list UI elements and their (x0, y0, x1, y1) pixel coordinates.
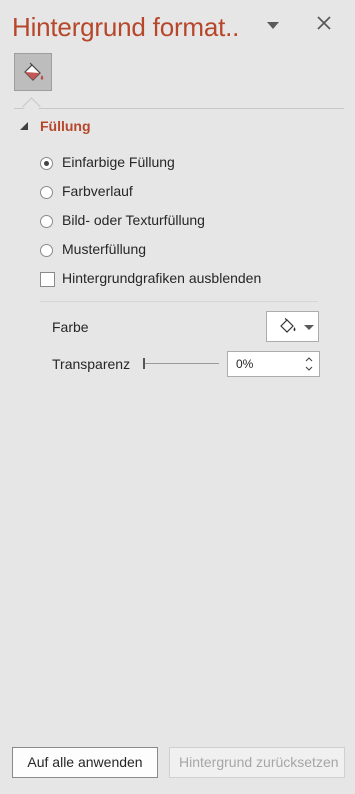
section-divider (40, 301, 318, 302)
radio-gradient-fill-control[interactable] (40, 186, 53, 199)
tab-pointer (22, 97, 41, 116)
tab-fill[interactable] (14, 53, 52, 91)
color-picker-button[interactable] (266, 311, 319, 342)
section-fill-label: Füllung (40, 118, 91, 134)
radio-picture-fill-label: Bild- oder Texturfüllung (62, 212, 205, 228)
transparency-label: Transparenz (52, 356, 131, 372)
checkbox-hide-background-graphics-control[interactable] (40, 272, 55, 287)
spin-down-icon[interactable] (304, 365, 314, 373)
checkbox-hide-background-graphics-label: Hintergrundgrafiken ausblenden (62, 270, 262, 286)
pane-tabbar (14, 53, 344, 116)
spin-up-icon[interactable] (304, 355, 314, 363)
paint-bucket-icon (280, 318, 296, 333)
transparency-spinbox[interactable]: 0% (227, 351, 320, 377)
pane-header: Hintergrund format.. (12, 8, 352, 48)
chevron-down-icon (304, 325, 314, 330)
color-label: Farbe (52, 319, 89, 335)
radio-picture-fill-control[interactable] (40, 215, 53, 228)
transparency-value: 0% (236, 357, 254, 371)
apply-to-all-button[interactable]: Auf alle anwenden (12, 747, 158, 778)
collapse-triangle-icon (20, 122, 28, 130)
tab-divider (14, 108, 344, 109)
close-icon[interactable] (315, 14, 333, 32)
radio-solid-fill-label: Einfarbige Füllung (62, 154, 175, 170)
radio-solid-fill-control[interactable] (40, 157, 53, 170)
radio-gradient-fill-label: Farbverlauf (62, 183, 133, 199)
transparency-slider[interactable] (143, 358, 219, 370)
reset-background-button[interactable]: Hintergrund zurücksetzen (169, 747, 345, 778)
chevron-down-icon[interactable] (265, 18, 281, 34)
slider-track (143, 363, 219, 364)
slider-thumb[interactable] (143, 358, 145, 369)
pane-title: Hintergrund format.. (12, 12, 240, 42)
fill-bucket-icon (24, 62, 44, 81)
radio-pattern-fill-label: Musterfüllung (62, 241, 147, 257)
radio-pattern-fill-control[interactable] (40, 244, 53, 257)
